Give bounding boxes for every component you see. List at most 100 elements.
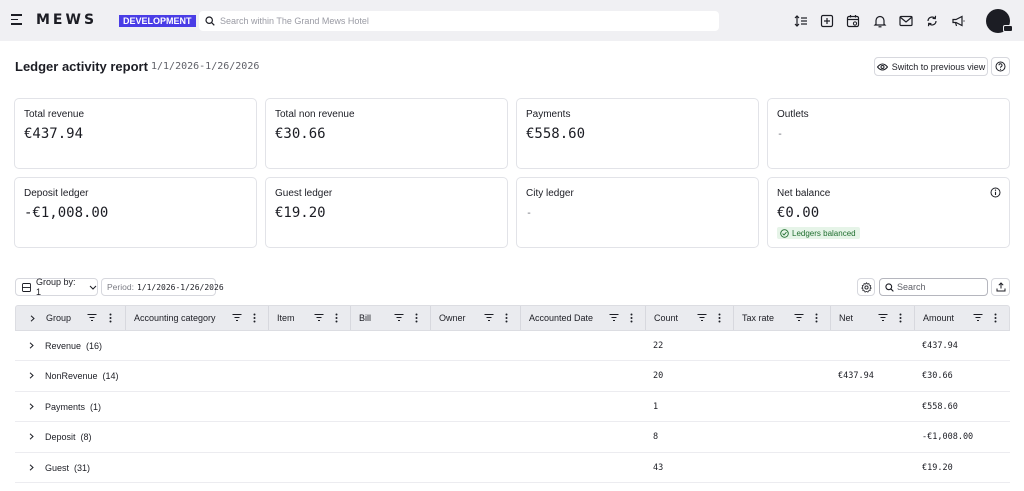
count-cell: 1 xyxy=(653,401,659,412)
column-header-accounting-category[interactable]: Accounting category xyxy=(126,306,269,330)
card-value: -€1,008.00 xyxy=(24,205,109,221)
user-avatar[interactable] xyxy=(986,9,1013,33)
info-icon[interactable] xyxy=(990,187,1001,198)
chevron-right-icon[interactable] xyxy=(29,372,34,379)
amount-cell: €558.60 xyxy=(922,401,958,412)
switch-view-button[interactable]: Switch to previous view xyxy=(874,57,988,76)
amount-cell: €19.20 xyxy=(922,462,953,473)
filter-icon[interactable] xyxy=(697,313,707,322)
sort-icon[interactable] xyxy=(792,12,810,30)
column-label: Tax rate xyxy=(742,313,775,323)
export-button[interactable] xyxy=(991,278,1010,296)
group-by-button[interactable]: Group by: 1 xyxy=(15,277,98,297)
group-name-cell: NonRevenue (14) xyxy=(45,361,119,391)
group-name-cell: Revenue (16) xyxy=(45,331,102,361)
group-count: (8) xyxy=(80,432,92,443)
more-vertical-icon[interactable] xyxy=(815,313,818,323)
card-label: Deposit ledger xyxy=(24,188,89,199)
check-circle-icon xyxy=(780,228,789,238)
table-row[interactable]: Deposit (8) 8 -€1,008.00 xyxy=(15,422,1010,453)
column-label: Net xyxy=(839,313,854,323)
sync-icon[interactable] xyxy=(923,12,941,30)
table-row[interactable]: Payments (1) 1 €558.60 xyxy=(15,392,1010,423)
more-vertical-icon[interactable] xyxy=(718,313,721,323)
filter-icon[interactable] xyxy=(878,313,888,322)
column-label: Item xyxy=(277,313,295,323)
eye-icon xyxy=(876,63,888,70)
group-name-cell: Payments (1) xyxy=(45,392,101,422)
calendar-icon[interactable] xyxy=(844,12,862,30)
column-header-group[interactable]: Group xyxy=(16,306,126,330)
table-row[interactable]: Guest (31) 43 €19.20 xyxy=(15,453,1010,483)
help-button[interactable] xyxy=(991,57,1010,76)
global-search[interactable] xyxy=(199,11,719,31)
gear-icon xyxy=(860,281,872,293)
column-header-accounted-date[interactable]: Accounted Date xyxy=(521,306,646,330)
card-label: City ledger xyxy=(526,188,574,199)
table-row[interactable]: NonRevenue (14) 20 €437.94 €30.66 xyxy=(15,361,1010,392)
card-outlets: Outlets - xyxy=(767,98,1010,169)
app-logo[interactable]: MEWS xyxy=(36,12,97,28)
group-count: (14) xyxy=(102,371,119,382)
ledgers-balanced-label: Ledgers balanced xyxy=(792,228,856,238)
chevron-right-icon[interactable] xyxy=(29,342,34,349)
filter-icon[interactable] xyxy=(314,313,324,322)
ledger-table: Group Accounting category Item Bill Owne… xyxy=(15,305,1010,483)
megaphone-icon[interactable] xyxy=(949,12,967,30)
help-icon xyxy=(995,61,1006,72)
filter-icon[interactable] xyxy=(87,313,97,322)
column-label: Group xyxy=(46,313,72,323)
amount-cell: -€1,008.00 xyxy=(922,432,974,443)
chevron-down-icon xyxy=(89,285,97,290)
card-value: €19.20 xyxy=(275,205,326,221)
net-cell: €437.94 xyxy=(838,371,874,382)
table-settings-button[interactable] xyxy=(857,278,875,296)
more-vertical-icon[interactable] xyxy=(253,313,256,323)
column-label: Amount xyxy=(923,313,955,323)
column-header-item[interactable]: Item xyxy=(269,306,351,330)
filter-icon[interactable] xyxy=(394,313,404,322)
chevron-right-icon[interactable] xyxy=(29,403,34,410)
filter-icon[interactable] xyxy=(794,313,804,322)
card-payments: Payments €558.60 xyxy=(516,98,759,169)
filter-icon[interactable] xyxy=(609,313,619,322)
group-count: (1) xyxy=(90,401,102,412)
chevron-right-icon[interactable] xyxy=(30,315,35,322)
card-deposit-ledger: Deposit ledger -€1,008.00 xyxy=(14,177,257,248)
table-search[interactable] xyxy=(879,278,988,296)
period-filter-chip[interactable]: Period: 1/1/2026-1/26/2026 xyxy=(101,278,224,296)
more-vertical-icon[interactable] xyxy=(994,313,997,323)
add-box-icon[interactable] xyxy=(818,12,836,30)
count-cell: 22 xyxy=(653,341,664,351)
more-vertical-icon[interactable] xyxy=(899,313,902,323)
column-header-net[interactable]: Net xyxy=(831,306,915,330)
top-icon-bar xyxy=(792,12,975,30)
more-vertical-icon[interactable] xyxy=(505,313,508,323)
table-rows-icon xyxy=(22,282,31,292)
menu-icon[interactable] xyxy=(11,14,23,26)
bell-icon[interactable] xyxy=(871,12,889,30)
more-vertical-icon[interactable] xyxy=(335,313,338,323)
filter-icon[interactable] xyxy=(232,313,242,322)
more-vertical-icon[interactable] xyxy=(415,313,418,323)
chevron-right-icon[interactable] xyxy=(29,463,34,471)
column-header-bill[interactable]: Bill xyxy=(351,306,431,330)
more-vertical-icon[interactable] xyxy=(630,313,633,323)
column-header-amount[interactable]: Amount xyxy=(915,306,1009,330)
column-header-count[interactable]: Count xyxy=(646,306,734,330)
mail-icon[interactable] xyxy=(897,12,915,30)
group-by-label: Group by: 1 xyxy=(36,277,76,297)
table-search-input[interactable] xyxy=(897,282,982,292)
card-value: €0.00 xyxy=(777,205,820,221)
filter-icon[interactable] xyxy=(973,313,983,322)
column-header-owner[interactable]: Owner xyxy=(431,306,521,330)
filter-icon[interactable] xyxy=(484,313,494,322)
search-icon xyxy=(885,282,894,292)
table-row[interactable]: Revenue (16) 22 €437.94 xyxy=(15,331,1010,362)
more-vertical-icon[interactable] xyxy=(109,313,112,323)
global-search-input[interactable] xyxy=(220,16,700,26)
card-label: Payments xyxy=(526,109,571,120)
column-header-tax-rate[interactable]: Tax rate xyxy=(734,306,831,330)
card-value: €437.94 xyxy=(24,126,84,142)
chevron-right-icon[interactable] xyxy=(29,433,34,440)
